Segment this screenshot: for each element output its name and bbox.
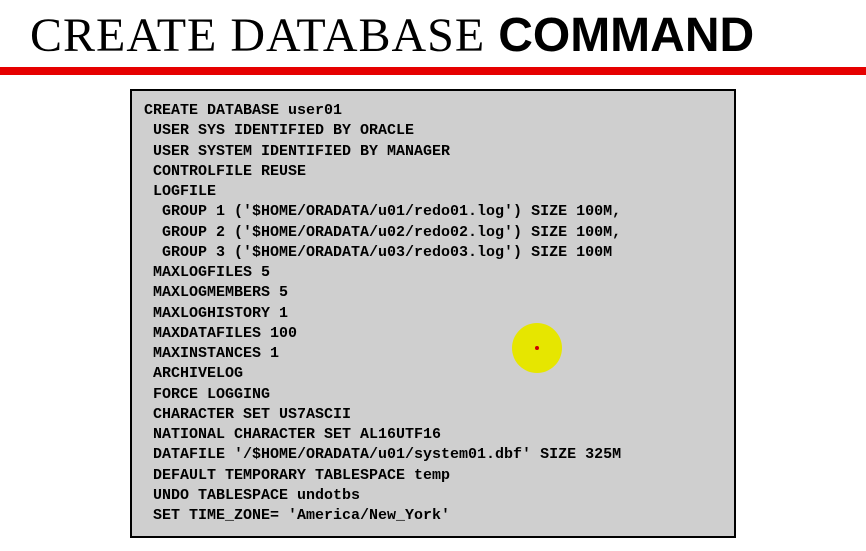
sql-code-box: CREATE DATABASE user01 USER SYS IDENTIFI… [130,89,736,538]
sql-code-blue: DATAFILE '/$HOME/ORADATA/u01/system01.db… [144,445,722,526]
slide-title-container: CREATE DATABASE COMMAND [0,0,866,65]
divider-rule [0,67,866,75]
slide-title-light: CREATE DATABASE [30,9,498,62]
slide-title-bold: COMMAND [498,9,754,62]
sql-code-black: CREATE DATABASE user01 USER SYS IDENTIFI… [144,101,722,445]
